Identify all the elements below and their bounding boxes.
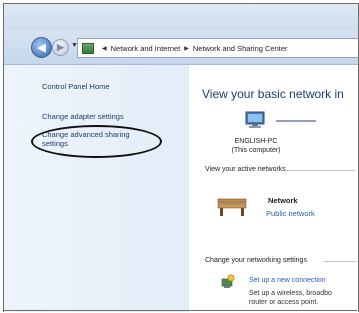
page-title: View your basic network in — [202, 87, 344, 101]
forward-arrow-icon: ▶ — [57, 42, 64, 52]
computer-name: ENGLISH-PC — [234, 138, 278, 145]
title-bar — [4, 4, 358, 30]
sidebar-item-control-panel-home[interactable]: Control Panel Home — [42, 82, 110, 91]
window-frame: ◀ ▶ ▼ ◀ Network and Internet ▶ Network a… — [3, 3, 359, 312]
connection-line — [276, 120, 316, 122]
divider — [285, 170, 355, 171]
computer-icon — [245, 111, 265, 128]
computer-note: (This computer) — [231, 147, 281, 154]
setup-connection-description: Set up a wireless, broadbo router or acc… — [249, 289, 332, 307]
breadcrumb-network-and-sharing-center[interactable]: Network and Sharing Center — [193, 44, 288, 53]
window-bottom-edge — [3, 310, 357, 311]
network-folder-icon — [82, 42, 94, 54]
highlight-circle — [31, 125, 162, 158]
network-name: Network — [268, 196, 298, 205]
setup-desc-line-1: Set up a wireless, broadbo — [249, 290, 332, 297]
change-settings-header: Change your networking settings — [205, 257, 307, 264]
setup-connection-link[interactable]: Set up a new connection — [249, 277, 326, 284]
back-button[interactable]: ◀ — [31, 37, 52, 58]
address-path[interactable]: ◀ Network and Internet ▶ Network and Sha… — [77, 38, 358, 58]
chevron-left-icon[interactable]: ◀ — [102, 45, 107, 52]
public-network-bench-icon[interactable] — [217, 195, 247, 217]
new-connection-icon[interactable] — [220, 273, 236, 289]
back-arrow-icon: ◀ — [37, 42, 46, 54]
chevron-right-icon[interactable]: ▶ — [184, 45, 189, 52]
sidebar-item-change-adapter-settings[interactable]: Change adapter settings — [42, 112, 124, 121]
computer-label: ENGLISH-PC (This computer) — [228, 137, 284, 155]
setup-desc-line-2: router or access point. — [249, 299, 319, 306]
sidebar — [4, 65, 189, 312]
forward-button[interactable]: ▶ — [52, 39, 69, 56]
breadcrumb-network-and-internet[interactable]: Network and Internet — [111, 44, 181, 53]
active-networks-header: View your active networks — [205, 166, 286, 173]
divider — [323, 261, 357, 262]
network-type-link[interactable]: Public network — [266, 209, 315, 218]
address-bar: ◀ ▶ ▼ ◀ Network and Internet ▶ Network a… — [4, 30, 358, 65]
